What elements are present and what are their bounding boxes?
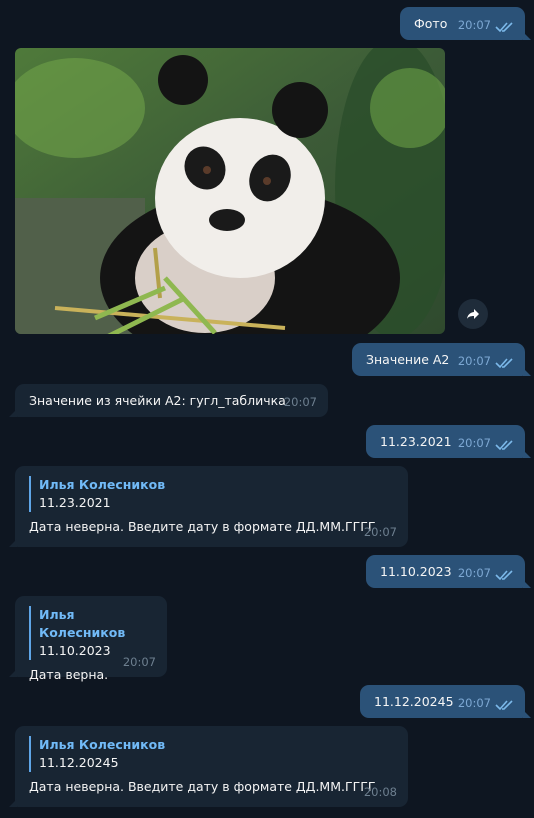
outgoing-message[interactable]: Значение А2 20:07 [352, 343, 531, 376]
incoming-reply-message[interactable]: Илья Колесников 11.23.2021 Дата неверна.… [9, 466, 408, 547]
reply-text: 11.12.20245 [39, 755, 119, 770]
double-check-icon [495, 440, 513, 451]
reply-author: Илья Колесников [39, 477, 166, 492]
reply-text: 11.23.2021 [39, 495, 111, 510]
message-text: Дата верна. [29, 667, 109, 682]
double-check-icon [495, 22, 513, 33]
outgoing-message[interactable]: Фото 20:07 [400, 7, 531, 40]
reply-author: Илья Колесников [39, 737, 166, 752]
double-check-icon [495, 570, 513, 581]
message-text: Значение А2 [366, 352, 450, 367]
reply-quote[interactable]: Илья Колесников 11.12.20245 [29, 736, 396, 772]
message-text: 11.23.2021 [380, 434, 452, 449]
message-time: 20:07 [283, 395, 317, 409]
message-text: 11.10.2023 [380, 564, 452, 579]
share-button[interactable] [458, 299, 488, 329]
reply-quote[interactable]: Илья Колесников 11.23.2021 [29, 476, 396, 512]
message-time: 20:07 [122, 655, 156, 669]
double-check-icon [495, 700, 513, 711]
message-text: Фото [414, 16, 448, 31]
message-time: 20:07 [363, 525, 397, 539]
message-time: 20:07 [457, 696, 491, 710]
message-text: Значение из ячейки A2: гугл_табличка [29, 393, 286, 408]
message-time: 20:07 [457, 354, 491, 368]
message-text: Дата неверна. Введите дату в формате ДД.… [29, 779, 376, 794]
reply-quote[interactable]: Илья Колесников 11.10.2023 [29, 606, 155, 660]
incoming-reply-message[interactable]: Илья Колесников 11.10.2023 Дата верна. 2… [9, 596, 167, 682]
outgoing-message[interactable]: 11.10.2023 20:07 [366, 555, 531, 588]
message-text: Дата неверна. Введите дату в формате ДД.… [29, 519, 376, 534]
outgoing-message[interactable]: 11.12.20245 20:07 [360, 685, 531, 718]
message-time: 20:07 [457, 18, 491, 32]
outgoing-message[interactable]: 11.23.2021 20:07 [366, 425, 531, 458]
panda-image [15, 48, 445, 334]
message-text: 11.12.20245 [374, 694, 454, 709]
incoming-reply-message[interactable]: Илья Колесников 11.12.20245 Дата неверна… [9, 726, 408, 807]
message-time: 20:07 [457, 436, 491, 450]
panda-photo[interactable] [15, 48, 445, 334]
double-check-icon [495, 358, 513, 369]
message-time: 20:07 [457, 566, 491, 580]
share-icon [467, 309, 479, 319]
incoming-message[interactable]: Значение из ячейки A2: гугл_табличка 20:… [9, 384, 328, 417]
message-time: 20:08 [363, 785, 397, 799]
reply-author: Илья Колесников [39, 607, 126, 640]
